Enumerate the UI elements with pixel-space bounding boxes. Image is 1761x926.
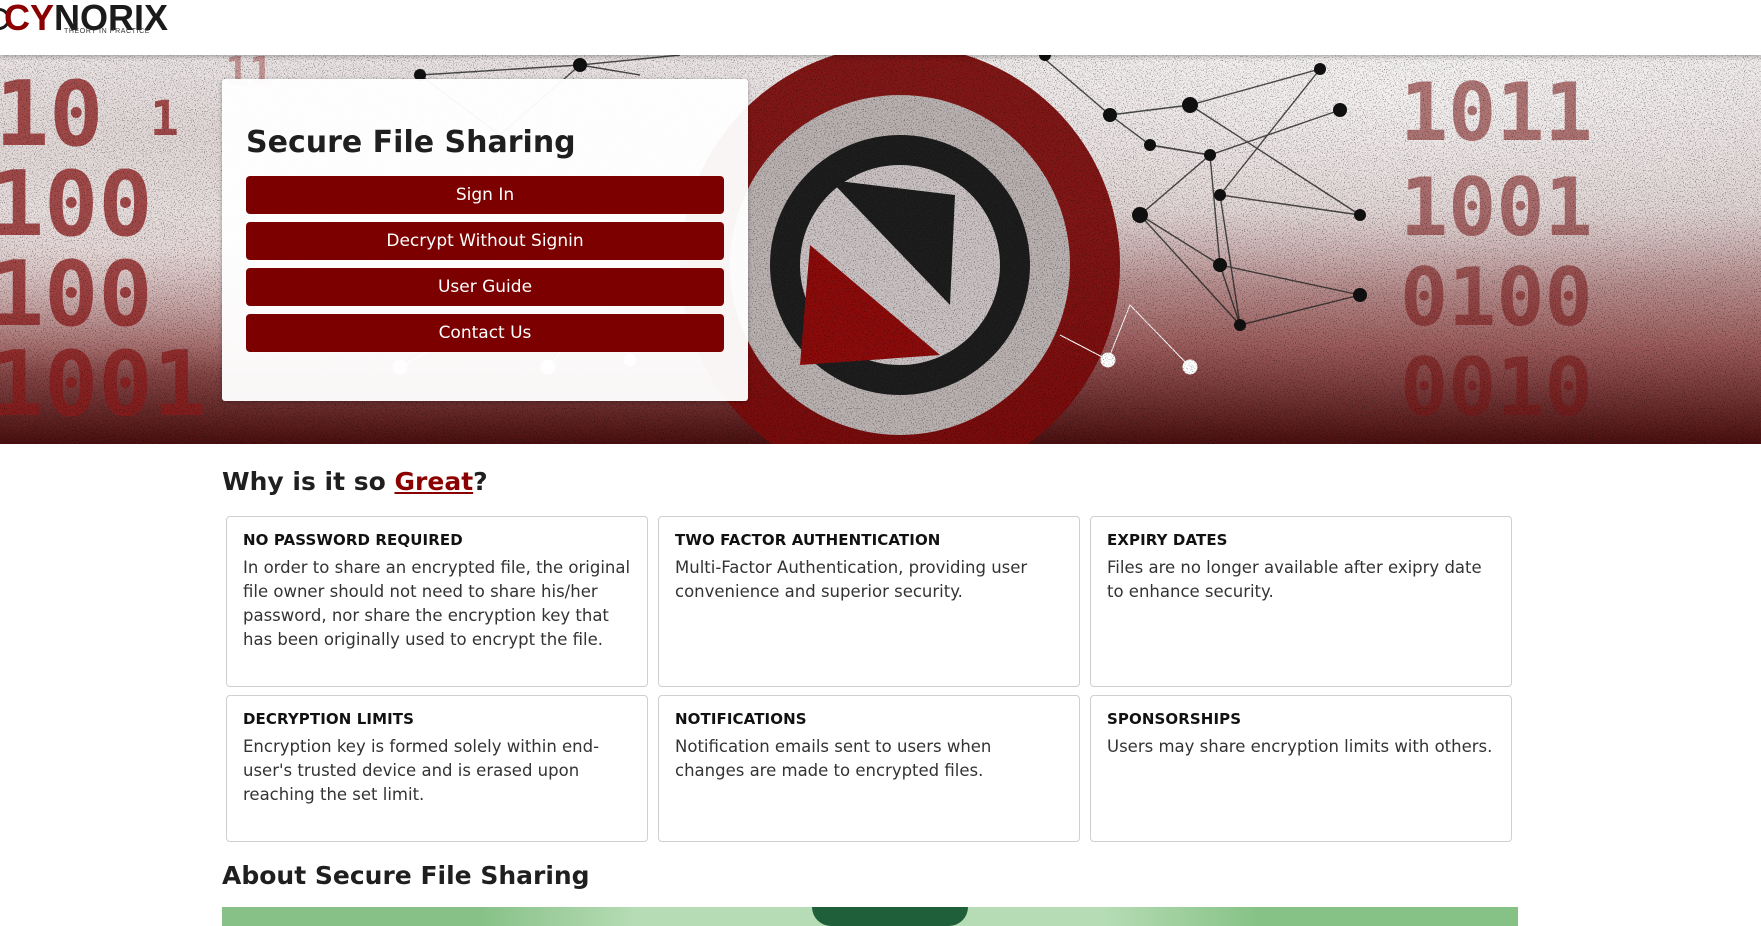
feature-card-sponsorships: SPONSORSHIPS Users may share encryption … — [1090, 695, 1512, 842]
feature-card-text: Files are no longer available after exip… — [1107, 558, 1482, 601]
about-image — [222, 907, 1518, 926]
feature-card-title: TWO FACTOR AUTHENTICATION — [675, 531, 941, 549]
hero-card: Secure File Sharing Sign In Decrypt With… — [222, 79, 748, 401]
top-navbar: CYNORIX THEORY IN PRACTICE — [0, 0, 1761, 55]
contact-us-button[interactable]: Contact Us — [246, 314, 724, 352]
feature-card-no-password: NO PASSWORD REQUIRED In order to share a… — [226, 516, 648, 687]
feature-card-two-factor: TWO FACTOR AUTHENTICATION Multi-Factor A… — [658, 516, 1080, 687]
feature-card-text: Notification emails sent to users when c… — [675, 737, 992, 780]
logo-tagline: THEORY IN PRACTICE — [64, 28, 150, 35]
feature-card-title: DECRYPTION LIMITS — [243, 710, 415, 728]
user-guide-button[interactable]: User Guide — [246, 268, 724, 306]
feature-card-title: SPONSORSHIPS — [1107, 710, 1242, 728]
about-heading: About Secure File Sharing — [222, 861, 590, 890]
hero-title: Secure File Sharing — [246, 125, 576, 160]
feature-card-text: Encryption key is formed solely within e… — [243, 737, 600, 804]
hero-banner: 10 1 100 100 1001 11 1011 1001 0100 0010 — [0, 55, 1761, 444]
feature-card-title: NO PASSWORD REQUIRED — [243, 531, 463, 549]
sign-in-button[interactable]: Sign In — [246, 176, 724, 214]
feature-card-notifications: NOTIFICATIONS Notification emails sent t… — [658, 695, 1080, 842]
decrypt-without-signin-button[interactable]: Decrypt Without Signin — [246, 222, 724, 260]
feature-card-decryption-limits: DECRYPTION LIMITS Encryption key is form… — [226, 695, 648, 842]
feature-card-title: NOTIFICATIONS — [675, 710, 807, 728]
great-link[interactable]: Great — [395, 467, 474, 496]
feature-card-text: In order to share an encrypted file, the… — [243, 558, 631, 649]
feature-card-title: EXPIRY DATES — [1107, 531, 1228, 549]
feature-card-text: Multi-Factor Authentication, providing u… — [675, 558, 1028, 601]
features-heading: Why is it so Great? — [222, 467, 488, 496]
feature-card-text: Users may share encryption limits with o… — [1107, 737, 1493, 756]
about-image-shape — [812, 907, 968, 926]
feature-card-expiry-dates: EXPIRY DATES Files are no longer availab… — [1090, 516, 1512, 687]
